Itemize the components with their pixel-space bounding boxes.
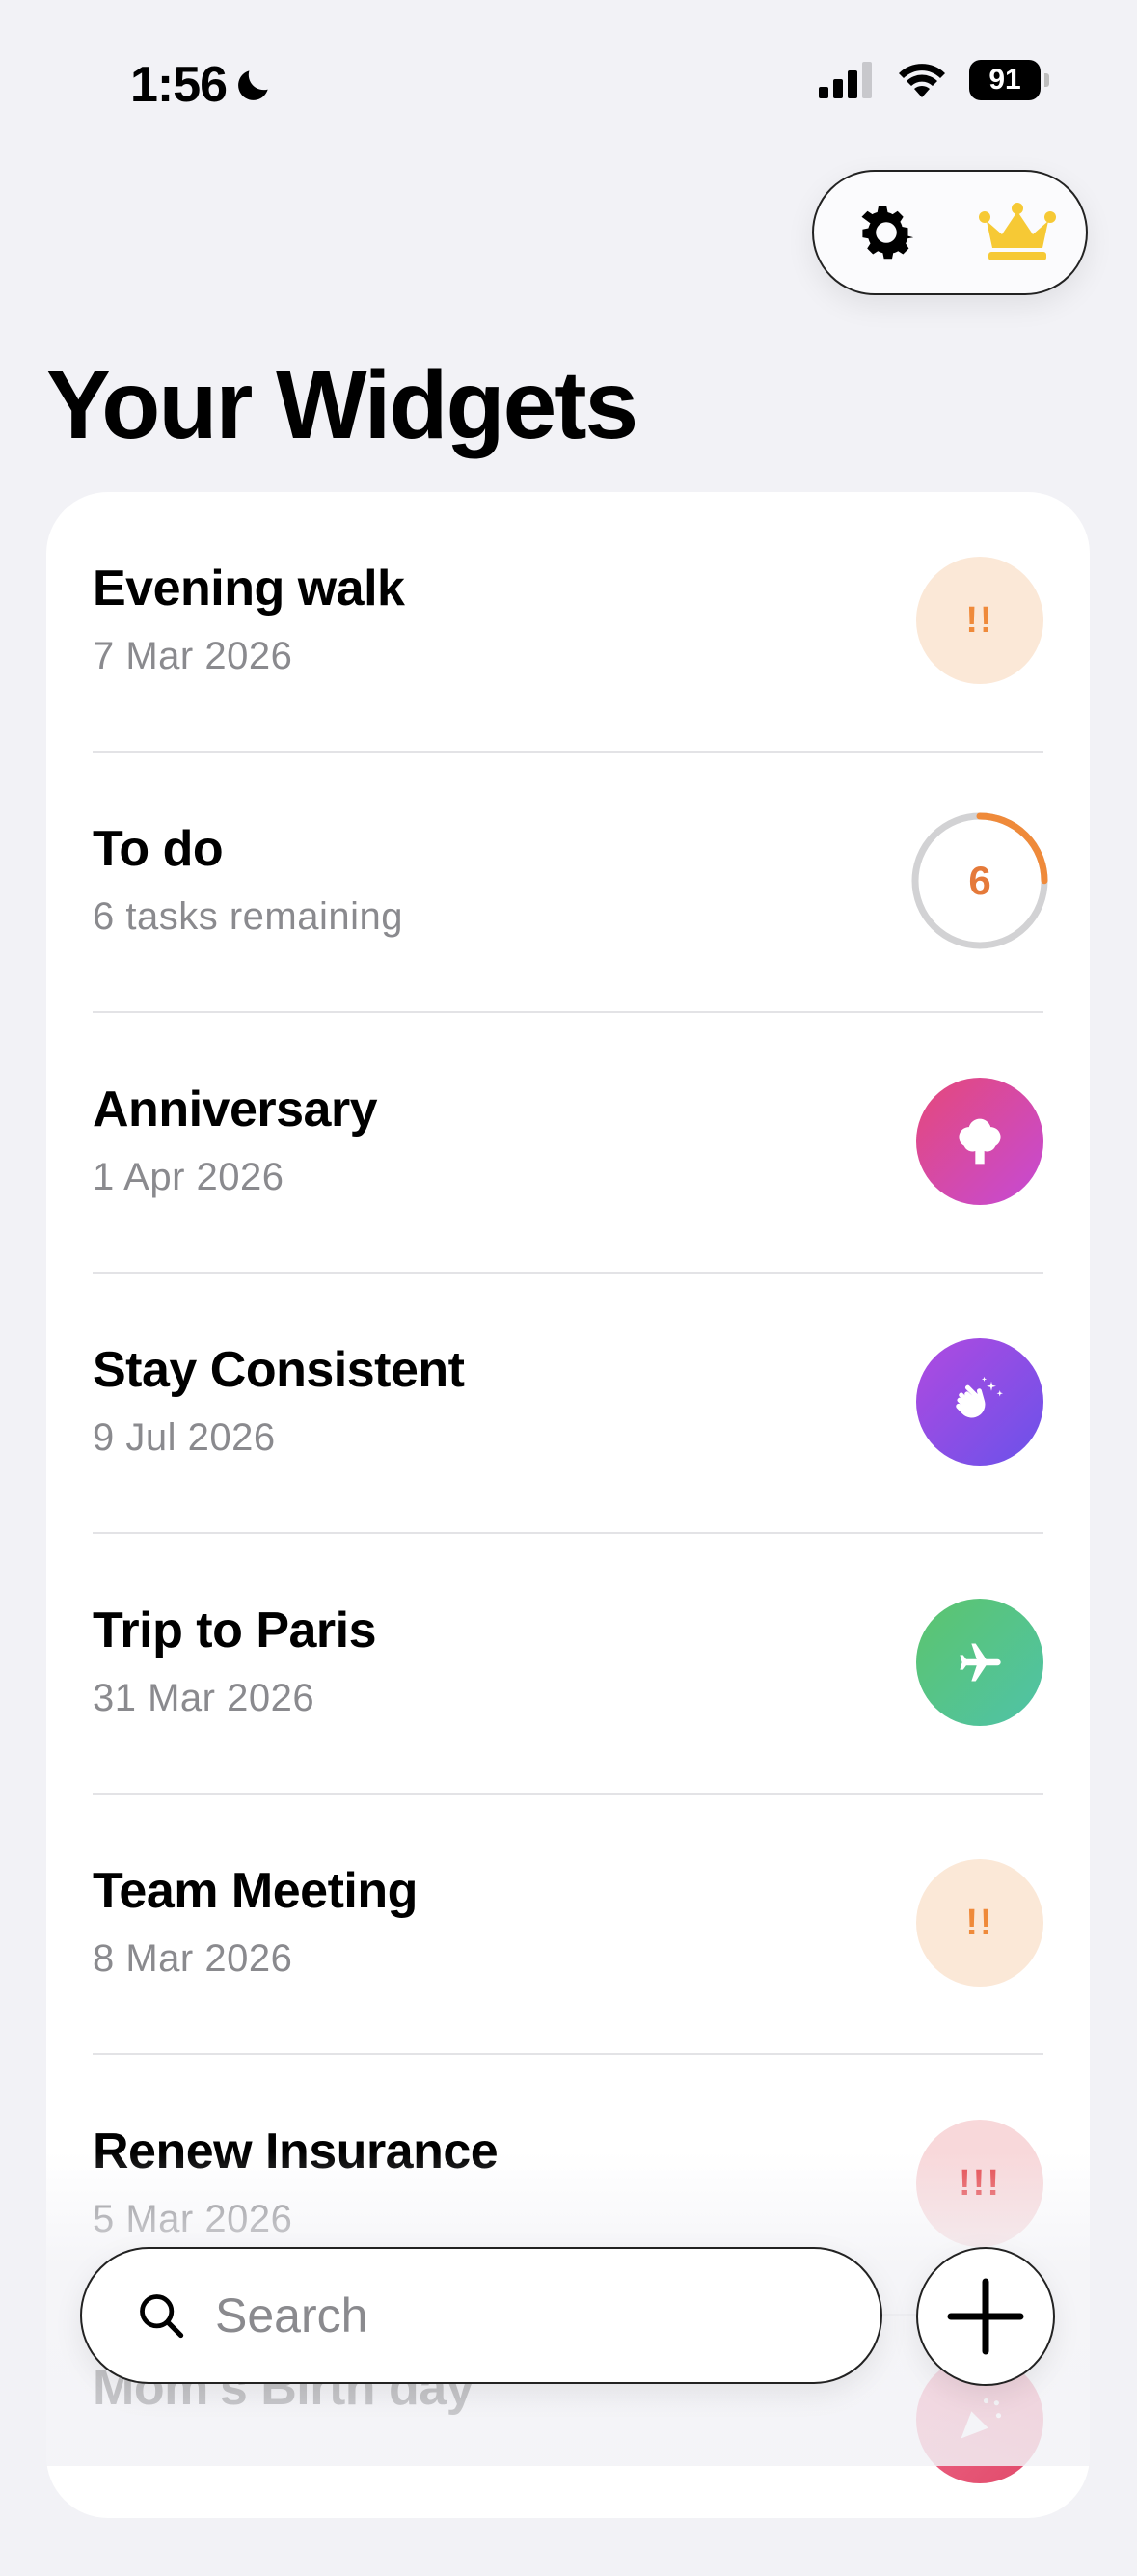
widget-icon-badge — [916, 1078, 1043, 1205]
page-title: Your Widgets — [46, 351, 638, 459]
widget-title: Stay Consistent — [93, 1342, 465, 1398]
plus-icon — [947, 2278, 1024, 2355]
widget-date: 31 Mar 2026 — [93, 1677, 315, 1719]
widget-title: Evening walk — [93, 561, 405, 617]
widget-row-trip-to-paris[interactable]: Trip to Paris 31 Mar 2026 — [93, 1534, 1043, 1795]
widget-title: Renew Insurance — [93, 2124, 499, 2179]
priority-badge: !! — [916, 1859, 1043, 1987]
tree-icon — [959, 1118, 1001, 1165]
crown-icon — [979, 203, 1056, 260]
battery-indicator: 91 — [969, 60, 1049, 100]
tasks-count: 6 — [968, 858, 991, 903]
widget-subtitle: 6 tasks remaining — [93, 895, 403, 938]
battery-level: 91 — [988, 64, 1021, 96]
premium-button[interactable] — [974, 189, 1061, 276]
clapping-hands-icon — [956, 1376, 1003, 1418]
widget-title: Team Meeting — [93, 1863, 418, 1919]
priority-badge: !!! — [916, 2120, 1043, 2247]
widget-row-to-do[interactable]: To do 6 tasks remaining 6 — [93, 753, 1048, 1013]
party-popper-icon — [961, 2398, 1002, 2439]
widget-row-evening-walk[interactable]: Evening walk 7 Mar 2026 !! — [93, 492, 1043, 753]
search-icon — [140, 2294, 184, 2339]
widget-row-stay-consistent[interactable]: Stay Consistent 9 Jul 2026 — [93, 1274, 1043, 1534]
widget-icon-badge — [916, 1599, 1043, 1726]
priority-marks: !! — [965, 1902, 994, 1943]
gear-icon — [861, 206, 914, 260]
progress-ring: 6 — [910, 811, 1049, 950]
header-actions — [812, 170, 1088, 295]
status-time: 1:56 — [130, 56, 275, 114]
widgets-list: Evening walk 7 Mar 2026 !! To do 6 tasks… — [46, 492, 1090, 2518]
widget-icon-badge — [916, 1338, 1043, 1466]
status-indicators: 91 — [819, 60, 1049, 100]
widget-title: To do — [93, 821, 224, 877]
widget-date: 9 Jul 2026 — [93, 1416, 276, 1459]
widget-date: 1 Apr 2026 — [93, 1156, 284, 1198]
widget-row-team-meeting[interactable]: Team Meeting 8 Mar 2026 !! — [93, 1795, 1043, 2055]
priority-badge: !! — [916, 557, 1043, 684]
airplane-icon — [960, 1643, 1001, 1682]
widget-date: 5 Mar 2026 — [93, 2198, 293, 2240]
widget-title: Anniversary — [93, 1082, 378, 1137]
priority-marks: !! — [965, 599, 994, 641]
cellular-signal-icon — [819, 62, 872, 98]
add-widget-button[interactable] — [916, 2247, 1055, 2386]
settings-button[interactable] — [843, 189, 930, 276]
widget-date: 8 Mar 2026 — [93, 1937, 293, 1980]
status-time-text: 1:56 — [130, 57, 228, 113]
search-bar[interactable] — [80, 2247, 882, 2384]
widget-row-anniversary[interactable]: Anniversary 1 Apr 2026 — [93, 1013, 1043, 1274]
widget-date: 7 Mar 2026 — [93, 635, 293, 677]
search-input[interactable] — [213, 2287, 880, 2344]
wifi-icon — [899, 64, 945, 97]
moon-icon — [238, 70, 268, 100]
priority-marks: !!! — [959, 2162, 1001, 2204]
widget-title: Trip to Paris — [93, 1603, 377, 1658]
